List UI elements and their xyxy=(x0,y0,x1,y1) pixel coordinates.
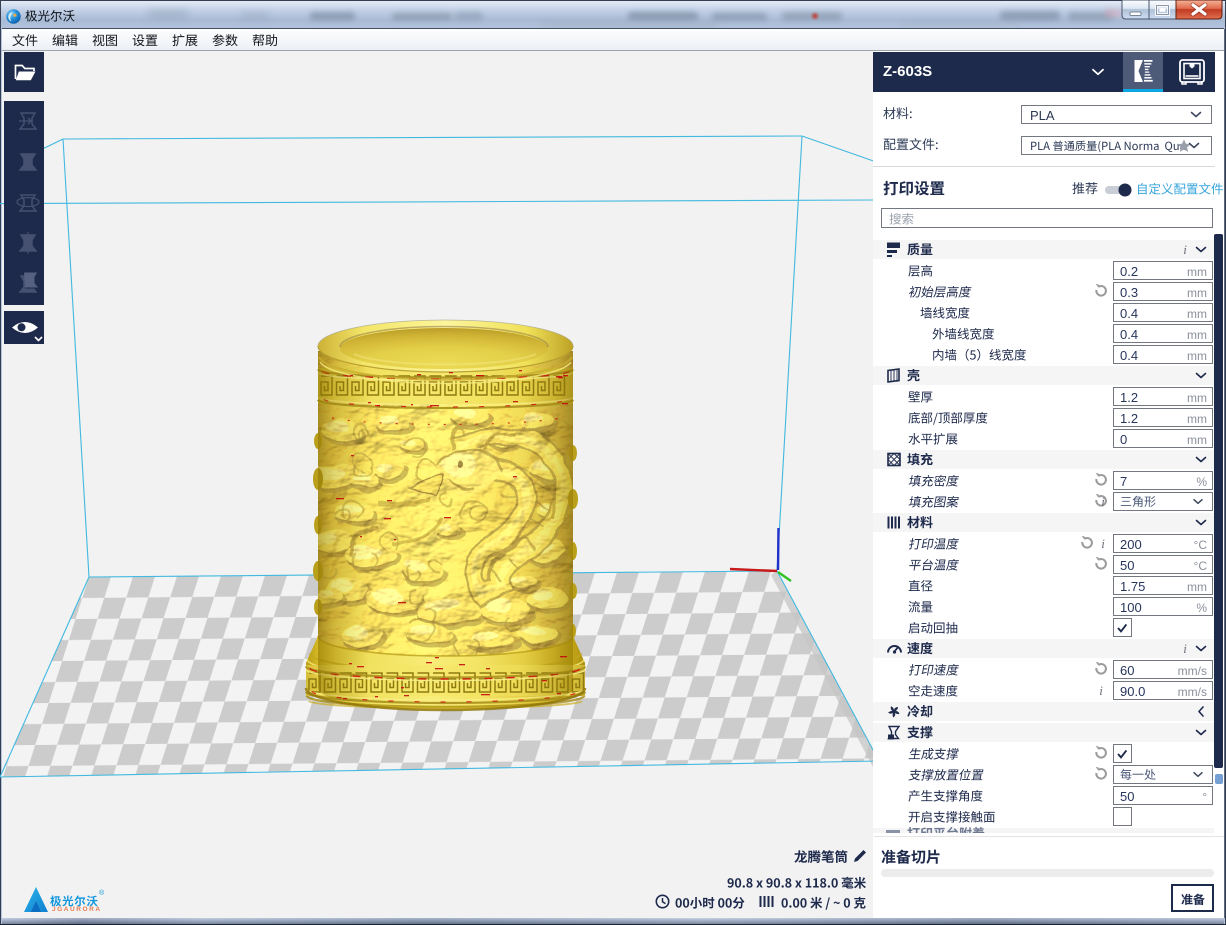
svg-text:i: i xyxy=(1101,536,1105,551)
svg-text:i: i xyxy=(1099,683,1103,698)
svg-text:i: i xyxy=(1183,242,1187,257)
svg-text:i: i xyxy=(1183,641,1187,656)
svg-text:i: i xyxy=(1101,494,1105,509)
